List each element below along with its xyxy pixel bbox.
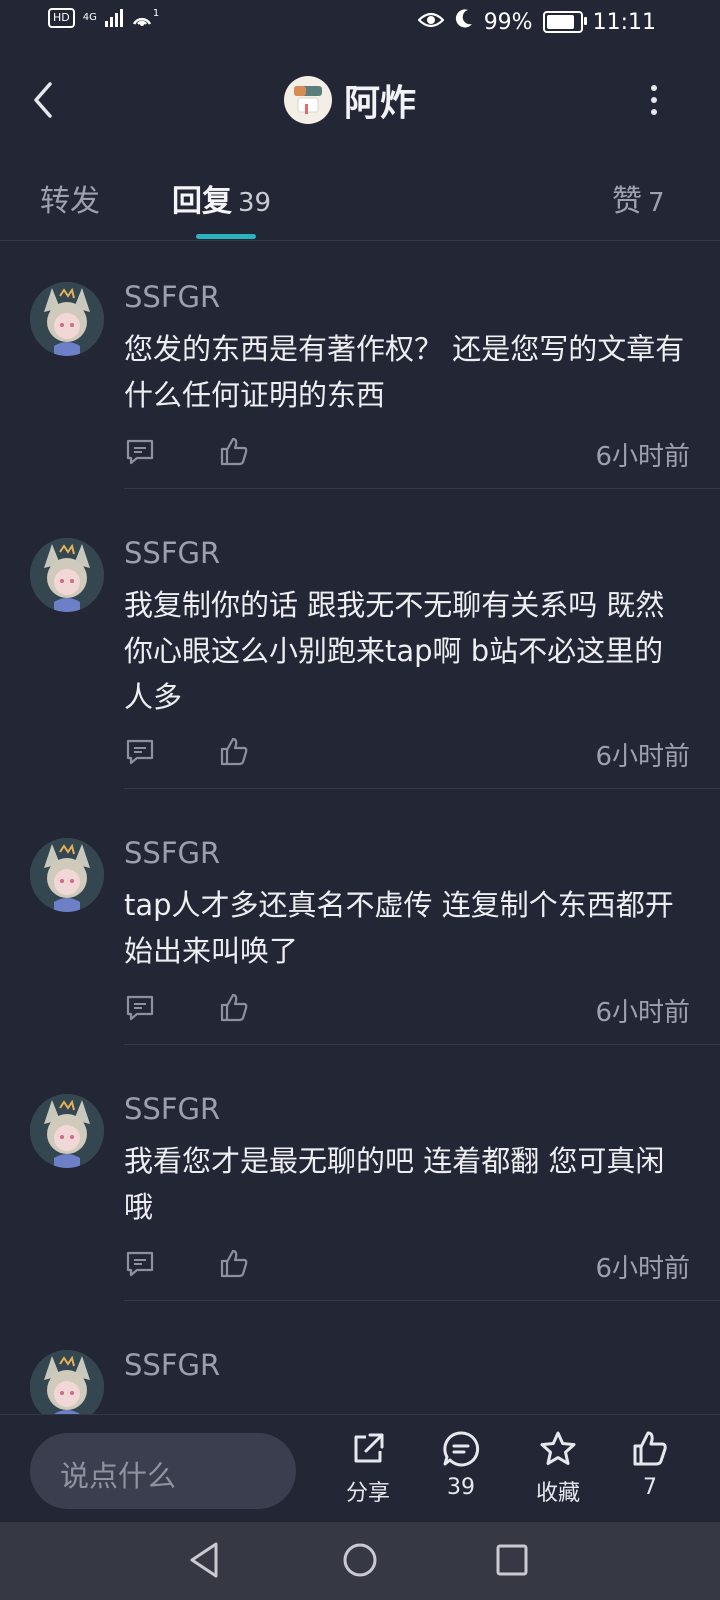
comment-text: 您发的东西是有著作权？ 还是您写的文章有什么任何证明的东西: [124, 332, 685, 412]
moon-icon: [454, 8, 474, 36]
star-icon: [540, 1431, 576, 1465]
comment-input[interactable]: 说点什么: [30, 1433, 296, 1509]
user-avatar[interactable]: [30, 1350, 104, 1414]
battery-percent: 99%: [483, 9, 533, 35]
like-icon[interactable]: [218, 736, 250, 768]
comment-text: tap人才多还真名不虚传 连复制个东西都开始出来叫唤了: [124, 888, 674, 968]
nav-back-icon[interactable]: [186, 1540, 222, 1580]
divider: [124, 1044, 720, 1045]
author-avatar[interactable]: [284, 76, 332, 124]
divider: [124, 488, 720, 489]
tab-indicator: [196, 234, 256, 239]
user-avatar[interactable]: [30, 282, 104, 356]
like-icon[interactable]: [218, 992, 250, 1024]
like-count: 7: [648, 188, 665, 218]
hotspot-count: 1: [152, 8, 160, 19]
comment-list[interactable]: SSFGR 您发的东西是有著作权？ 还是您写的文章有什么任何证明的东西 6小时前…: [0, 262, 720, 1414]
comment-text: 我看您才是最无聊的吧 连着都翻 您可真闲哦: [124, 1144, 665, 1224]
tab-bar: 转发 回复 39 赞7: [0, 166, 720, 241]
reply-icon[interactable]: [124, 736, 156, 768]
comment-username[interactable]: SSFGR: [124, 836, 220, 870]
comment-username[interactable]: SSFGR: [124, 536, 220, 570]
reply-count: 39: [238, 188, 272, 218]
reply-icon[interactable]: [124, 992, 156, 1024]
share-label: 分享: [345, 1481, 390, 1506]
comments-button[interactable]: 39: [421, 1429, 501, 1500]
tab-like[interactable]: 赞7: [612, 176, 665, 220]
bottom-action-bar: 说点什么 分享 39 收藏 7: [0, 1414, 720, 1523]
top-bar: 阿炸: [0, 62, 720, 138]
clock: 11:11: [592, 9, 656, 35]
title-area[interactable]: 阿炸: [284, 74, 416, 126]
more-options-button[interactable]: [644, 80, 664, 120]
comment-username[interactable]: SSFGR: [124, 1092, 220, 1126]
comment-time: 6小时前: [595, 742, 690, 772]
divider: [124, 1300, 720, 1301]
back-button[interactable]: [26, 78, 66, 122]
like-button[interactable]: 7: [610, 1429, 690, 1500]
like-icon[interactable]: [218, 436, 250, 468]
comments-count: 39: [447, 1475, 475, 1500]
thumbs-up-icon: [633, 1431, 667, 1466]
back-arrow-icon: [34, 82, 52, 118]
eye-icon: [417, 10, 445, 35]
nav-home-icon[interactable]: [340, 1540, 380, 1580]
page-title: 阿炸: [344, 83, 417, 124]
like-icon[interactable]: [218, 1248, 250, 1280]
like-count: 7: [643, 1475, 657, 1500]
favorite-label: 收藏: [535, 1481, 580, 1506]
comment-text: 我复制你的话 跟我无不无聊有关系吗 既然你心眼这么小别跑来tap啊 b站不必这里…: [124, 588, 665, 714]
user-avatar[interactable]: [30, 838, 104, 912]
comment-username[interactable]: SSFGR: [124, 1348, 220, 1382]
user-avatar[interactable]: [30, 538, 104, 612]
user-avatar[interactable]: [30, 1094, 104, 1168]
share-icon: [354, 1433, 384, 1463]
comment-time: 6小时前: [595, 442, 690, 472]
more-dots-icon: [651, 85, 657, 91]
battery-icon: [542, 11, 587, 33]
tab-reply[interactable]: 回复 39: [172, 176, 271, 220]
reply-icon[interactable]: [124, 1248, 156, 1280]
comment-username[interactable]: SSFGR: [124, 280, 220, 314]
hotspot-icon: 1: [131, 8, 159, 28]
hd-badge: HD: [48, 8, 75, 28]
system-nav-bar: [0, 1522, 720, 1600]
comment-time: 6小时前: [595, 998, 690, 1028]
favorite-button[interactable]: 收藏: [518, 1429, 598, 1507]
tab-forward[interactable]: 转发: [40, 176, 100, 220]
status-bar: HD 4G 1 99% 11:11: [0, 0, 720, 46]
network-type: 4G: [82, 12, 97, 23]
divider: [124, 788, 720, 789]
signal-icon: [104, 9, 123, 27]
comment-input-placeholder: 说点什么: [60, 1459, 177, 1493]
nav-recents-icon[interactable]: [494, 1540, 530, 1580]
reply-icon[interactable]: [124, 436, 156, 468]
comment-bubble-icon: [443, 1431, 480, 1467]
share-button[interactable]: 分享: [328, 1429, 408, 1507]
comment-time: 6小时前: [595, 1254, 690, 1284]
